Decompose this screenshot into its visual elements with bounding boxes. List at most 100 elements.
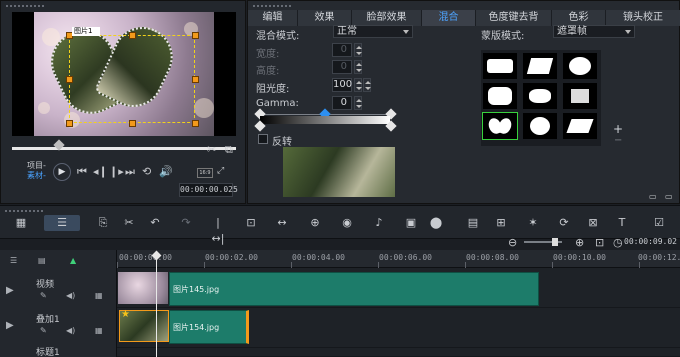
track-manager-icon[interactable]: ☰: [10, 256, 17, 265]
tab-effect[interactable]: 效果: [298, 10, 352, 26]
motion-icon[interactable]: ▣: [403, 215, 419, 231]
effect-icon[interactable]: ✶: [525, 215, 541, 231]
checklist-icon[interactable]: ☑: [651, 215, 667, 231]
resize-handle[interactable]: [66, 76, 73, 83]
options-close-icon[interactable]: ▭: [665, 192, 673, 201]
video-clip[interactable]: 图片145.jpg: [169, 272, 539, 306]
play-button[interactable]: ▶: [53, 163, 71, 181]
audio-icon[interactable]: ♪: [371, 215, 387, 231]
repeat-icon[interactable]: ⟲: [142, 165, 151, 178]
go-to-start-icon[interactable]: ⏮: [77, 165, 87, 179]
mask-thumb-heart-selected[interactable]: [482, 112, 518, 140]
zoom-slider-knob[interactable]: [552, 238, 558, 246]
copy-icon[interactable]: ⧉: [225, 143, 233, 157]
width-field[interactable]: 0: [332, 43, 352, 57]
resize-handle[interactable]: [192, 32, 199, 39]
mask-thumb[interactable]: [563, 83, 597, 109]
track-list-icon[interactable]: ▤: [38, 256, 46, 265]
height-spinner[interactable]: [354, 60, 362, 74]
subtitle-icon[interactable]: ▤: [465, 215, 481, 231]
mode-switch[interactable]: 项目- 素材-: [27, 161, 46, 181]
resize-handle[interactable]: [129, 32, 136, 39]
timeline-ruler[interactable]: 00:00:00.00 00:00:02.00 00:00:04.00 00:0…: [117, 250, 680, 268]
grid-icon[interactable]: ▦: [95, 291, 103, 300]
add-mask-button[interactable]: +: [613, 122, 623, 136]
go-to-end-icon[interactable]: ⏭: [125, 165, 135, 179]
blend-icon[interactable]: ⬤: [428, 215, 444, 231]
invert-checkbox[interactable]: [258, 134, 268, 144]
zoom-in-icon[interactable]: ⊕: [575, 236, 584, 249]
add-marker-icon[interactable]: ▲: [70, 256, 76, 265]
title-track[interactable]: [117, 348, 680, 357]
split-icon[interactable]: |↔|: [210, 215, 226, 245]
blend-mode-select[interactable]: 正常: [333, 25, 413, 38]
opacity-field[interactable]: 100: [332, 78, 352, 92]
storyboard-view-icon[interactable]: ▦: [13, 215, 29, 231]
mute-icon[interactable]: ◀): [66, 326, 75, 335]
undo-icon[interactable]: ↶: [147, 215, 163, 231]
title-icon[interactable]: T: [614, 215, 630, 231]
opacity-arrow-icon[interactable]: [363, 78, 371, 92]
color-icon[interactable]: ◉: [339, 215, 355, 231]
trim-icon[interactable]: ↔: [274, 215, 290, 231]
panel-grip[interactable]: [5, 4, 45, 8]
panel-grip[interactable]: [4, 209, 44, 213]
tab-color[interactable]: 色彩: [552, 10, 606, 26]
crop-icon[interactable]: ⊕: [307, 215, 323, 231]
resize-handle[interactable]: [192, 120, 199, 127]
timeline-view-icon[interactable]: ☰: [44, 215, 80, 231]
mask-thumb[interactable]: [563, 113, 597, 139]
paste-icon[interactable]: ⎘: [95, 215, 111, 231]
opacity-spinner[interactable]: [354, 78, 362, 92]
mask-mode-select[interactable]: 遮罩帧: [553, 25, 635, 38]
resize-handle[interactable]: [129, 120, 136, 127]
mute-icon[interactable]: ◀): [66, 291, 75, 300]
options-layout-icon[interactable]: ▭: [649, 192, 657, 201]
panel-grip[interactable]: [252, 4, 292, 8]
tab-edit[interactable]: 编辑: [248, 10, 298, 26]
redo-icon[interactable]: ↷: [178, 215, 194, 231]
mask-thumb[interactable]: [523, 113, 557, 139]
scissors-icon[interactable]: ✂: [207, 143, 216, 156]
height-field[interactable]: 0: [332, 60, 352, 74]
playhead-line[interactable]: [156, 253, 157, 357]
fit-timeline-icon[interactable]: ⊡: [595, 236, 604, 249]
tab-face-effect[interactable]: 脸部效果: [352, 10, 422, 26]
width-spinner[interactable]: [354, 43, 362, 57]
remove-mask-button[interactable]: −: [614, 135, 622, 146]
tools-icon[interactable]: ✂: [121, 215, 137, 231]
mask-thumb[interactable]: [483, 83, 517, 109]
overlay-track[interactable]: ★ 图片154.jpg: [117, 308, 680, 348]
overlay-clip[interactable]: 图片154.jpg: [169, 310, 249, 344]
video-track[interactable]: 图片145.jpg: [117, 268, 680, 308]
resize-handle[interactable]: [192, 76, 199, 83]
gamma-spinner[interactable]: [354, 96, 362, 110]
next-frame-icon[interactable]: ❙▸: [109, 165, 124, 178]
mode-project[interactable]: 项目-: [27, 161, 46, 171]
mask-thumb[interactable]: [483, 53, 517, 79]
mode-clip[interactable]: 素材-: [27, 171, 46, 181]
resize-handle[interactable]: [66, 120, 73, 127]
zoom-out-icon[interactable]: ⊖: [508, 236, 517, 249]
preview-screen[interactable]: 图片1: [12, 12, 236, 136]
grid-icon[interactable]: ⊞: [493, 215, 509, 231]
gamma-field[interactable]: 0: [332, 96, 352, 110]
tab-lens-correction[interactable]: 镜头校正: [606, 10, 680, 26]
aspect-ratio-button[interactable]: 16:9: [197, 168, 213, 178]
mask-thumb[interactable]: [523, 53, 557, 79]
tab-blend[interactable]: 混合: [422, 10, 476, 26]
mask-thumb[interactable]: [563, 53, 597, 79]
previous-frame-icon[interactable]: ◂❙: [93, 165, 108, 178]
loop-icon[interactable]: ⟳: [556, 215, 572, 231]
mask-thumb[interactable]: [523, 83, 557, 109]
pan-icon[interactable]: ⊠: [585, 215, 601, 231]
preview-timecode[interactable]: 00:00:00.025: [179, 183, 238, 197]
volume-icon[interactable]: 🔊: [159, 165, 173, 178]
preview-scrubber-track[interactable]: [12, 147, 236, 150]
link-icon[interactable]: ✎: [40, 291, 47, 300]
fit-icon[interactable]: ⊡: [243, 215, 259, 231]
grid-icon[interactable]: ▦: [95, 326, 103, 335]
link-icon[interactable]: ✎: [40, 326, 47, 335]
overlay-selection-box[interactable]: [66, 32, 199, 127]
tab-chroma-key[interactable]: 色度键去背: [476, 10, 552, 26]
